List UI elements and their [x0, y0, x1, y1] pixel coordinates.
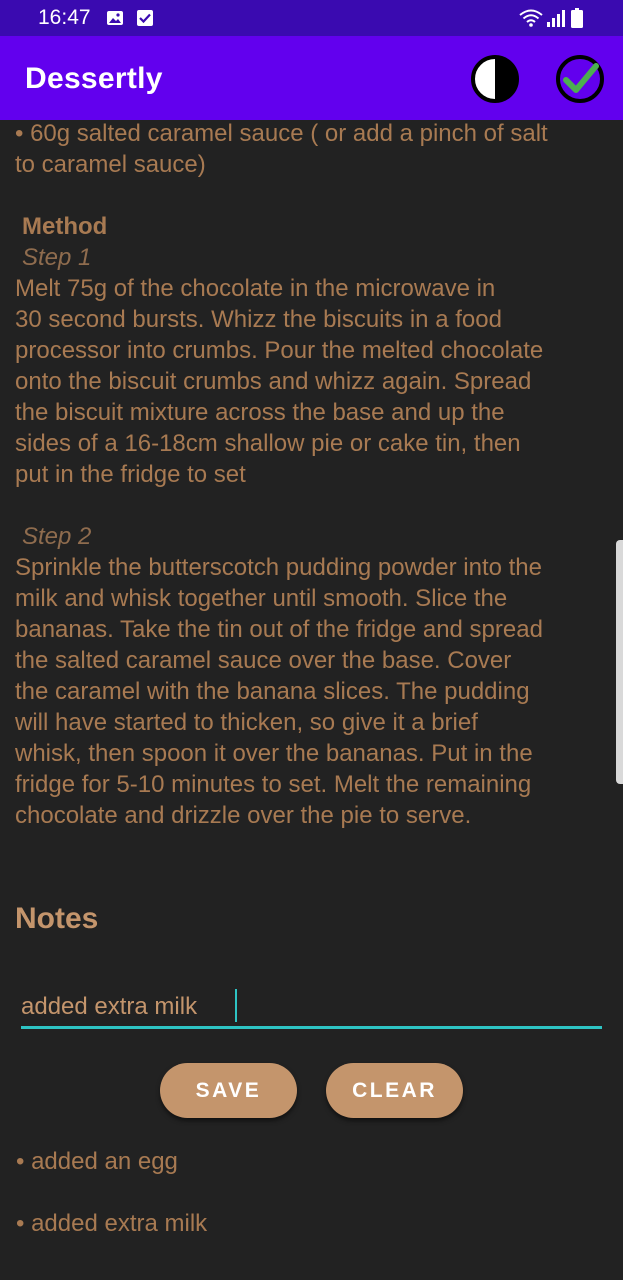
note-item: • added an egg: [16, 1148, 178, 1175]
save-button[interactable]: SAVE: [160, 1063, 297, 1118]
notes-title: Notes: [15, 902, 99, 935]
app-title: Dessertly: [25, 62, 163, 95]
notes-input[interactable]: [21, 985, 602, 1025]
signal-icon: [546, 9, 566, 32]
step-title: Step 1: [22, 244, 92, 271]
text-caret: [235, 989, 237, 1022]
step-text: Sprinkle the butterscotch pudding powder…: [15, 554, 543, 829]
step-title: Step 2: [22, 523, 92, 550]
note-item: • added extra milk: [16, 1210, 208, 1237]
app-bar: Dessertly: [0, 36, 623, 120]
scrollbar-thumb[interactable]: [616, 540, 623, 784]
clear-button[interactable]: CLEAR: [326, 1063, 463, 1118]
step-text: Melt 75g of the chocolate in the microwa…: [15, 275, 544, 488]
recipe-content: • 60g salted caramel sauce ( or add a pi…: [15, 118, 610, 831]
ingredient-text: • 60g salted caramel sauce ( or add a pi…: [15, 120, 548, 178]
check-square-icon: [136, 9, 154, 32]
method-heading: Method: [22, 213, 108, 240]
status-bar: 16:47: [0, 0, 623, 36]
contrast-icon[interactable]: [470, 54, 520, 104]
status-time: 16:47: [38, 6, 91, 29]
image-icon: [106, 9, 124, 32]
check-circle-icon[interactable]: [555, 54, 605, 104]
battery-icon: [571, 8, 583, 33]
notes-input-container: [21, 985, 602, 1029]
wifi-icon: [519, 8, 543, 33]
